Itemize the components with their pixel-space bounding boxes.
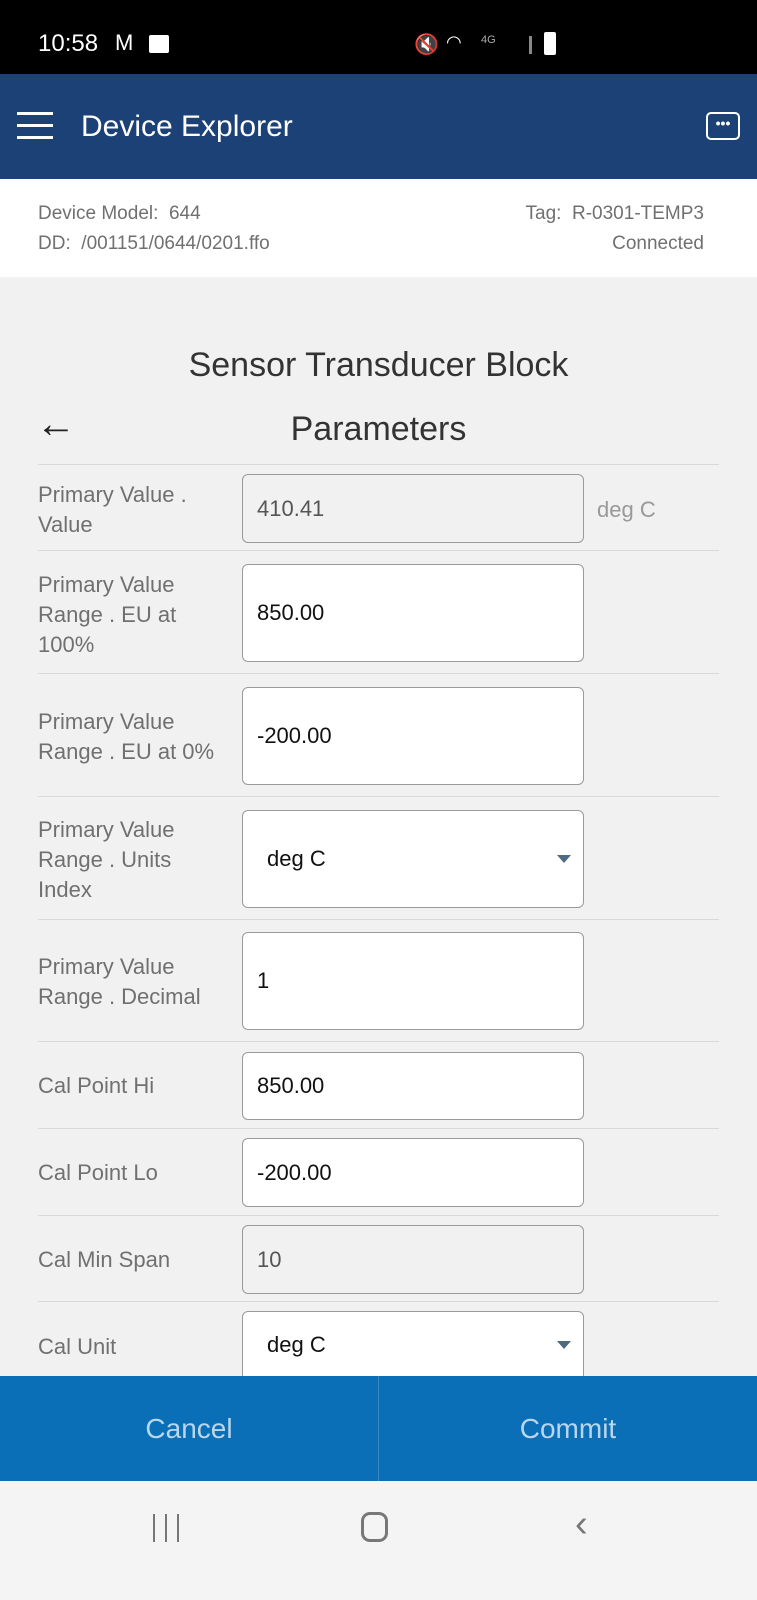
device-tag: R-0301-TEMP3 xyxy=(572,203,704,224)
cancel-button[interactable]: Cancel xyxy=(0,1376,379,1481)
chevron-down-icon xyxy=(557,855,571,863)
param-field-cal-point-hi[interactable]: 850.00 xyxy=(242,1052,584,1120)
commit-button[interactable]: Commit xyxy=(379,1376,757,1481)
app-bar: Device Explorer ••• xyxy=(0,74,757,179)
param-unit: deg C xyxy=(597,497,656,522)
connection-status: Connected xyxy=(612,233,704,254)
param-field-primary-value: 410.41 xyxy=(242,474,584,543)
param-field-eu-100[interactable]: 850.00 xyxy=(242,564,584,662)
block-title: Sensor Transducer Block xyxy=(188,346,569,384)
device-info: Device Model: 644 DD: /001151/0644/0201.… xyxy=(0,179,757,277)
battery-icon xyxy=(544,32,556,55)
param-field-decimal[interactable]: 1 xyxy=(242,932,584,1030)
param-label: Cal Point Lo xyxy=(38,1160,158,1185)
chat-bubble-icon[interactable]: ••• xyxy=(706,112,740,140)
device-model: 644 xyxy=(168,203,201,224)
home-icon[interactable] xyxy=(361,1512,388,1542)
dropdown-value: deg C xyxy=(267,1332,326,1357)
param-label: Primary Value Range . Units Index xyxy=(38,817,175,902)
param-label: Primary Value . Value xyxy=(38,482,187,537)
action-bar: Cancel Commit xyxy=(0,1376,757,1481)
4g-icon: 4G xyxy=(481,34,496,46)
param-label: Cal Unit xyxy=(38,1334,117,1359)
hamburger-icon[interactable] xyxy=(17,112,53,139)
param-field-cal-point-lo[interactable]: -200.00 xyxy=(242,1138,584,1207)
param-dropdown-units-index[interactable]: deg C xyxy=(242,810,584,908)
param-label: Primary Value Range . EU at 0% xyxy=(38,709,215,764)
param-label: Cal Point Hi xyxy=(38,1073,155,1098)
clock: 10:58 xyxy=(38,30,99,57)
chevron-down-icon xyxy=(557,1341,571,1349)
mute-icon: 🔇 xyxy=(414,34,439,56)
param-label: Cal Min Span xyxy=(38,1247,171,1272)
dd-path: /001151/0644/0201.ffo xyxy=(81,233,270,254)
recent-apps-icon[interactable] xyxy=(153,1514,179,1542)
signal-icon xyxy=(512,36,532,54)
gmail-icon: M xyxy=(115,30,134,55)
tag-label: Tag: xyxy=(525,203,562,224)
back-icon[interactable]: ‹ xyxy=(575,1503,588,1546)
model-label: Device Model: xyxy=(38,203,159,224)
app-title: Device Explorer xyxy=(81,110,293,143)
param-label: Primary Value Range . EU at 100% xyxy=(38,572,177,657)
system-nav-bar: ‹ xyxy=(0,1481,757,1600)
dd-label: DD: xyxy=(38,233,71,254)
wifi-icon: ◠ xyxy=(446,32,462,52)
section-title: Parameters xyxy=(290,410,467,448)
status-bar: 10:58 M 🔇 ◠ 4G xyxy=(0,0,757,74)
param-field-eu-0[interactable]: -200.00 xyxy=(242,687,584,785)
param-label: Primary Value Range . Decimal xyxy=(38,954,201,1009)
dropdown-value: deg C xyxy=(267,846,326,871)
param-field-cal-min-span: 10 xyxy=(242,1225,584,1294)
image-icon xyxy=(149,35,169,53)
